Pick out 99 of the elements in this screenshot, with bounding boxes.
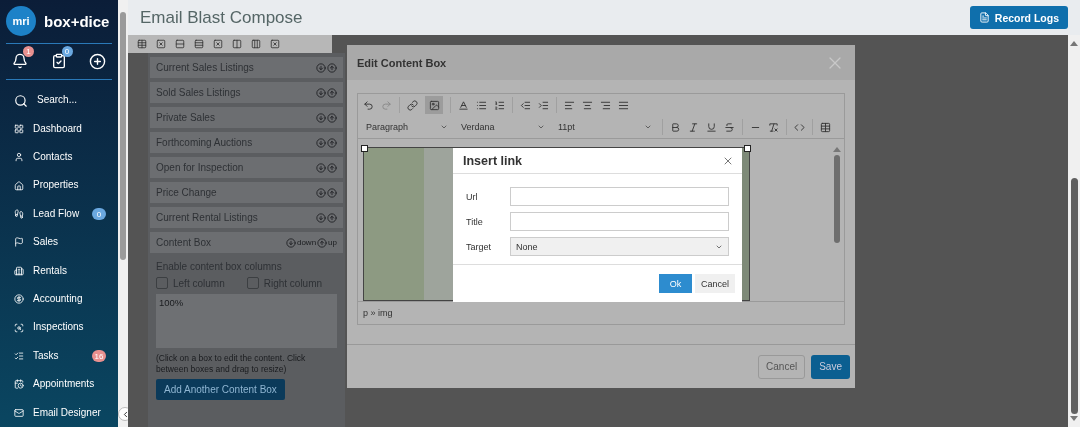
sidebar-item[interactable]: Sales: [6, 228, 112, 257]
section-title: Open for Inspection: [156, 162, 244, 173]
resize-handle[interactable]: [744, 145, 751, 152]
content-box[interactable]: 100%: [156, 294, 337, 348]
search-icon: [14, 93, 28, 108]
sidebar-item[interactable]: Search...: [6, 86, 112, 115]
section-title: Current Rental Listings: [156, 212, 258, 223]
field-label: Title: [466, 216, 484, 227]
sidebar-item[interactable]: Inspections: [6, 313, 112, 342]
bell-icon: [12, 53, 28, 70]
justify-icon: [618, 99, 629, 111]
logo-mark: mri: [6, 6, 36, 37]
caret-icon: [644, 123, 652, 131]
page-title: Email Blast Compose: [140, 7, 303, 28]
bold-icon: [670, 121, 681, 133]
code-icon: [794, 121, 805, 133]
section-title: Forthcoming Auctions: [156, 137, 253, 148]
count-badge: 0: [92, 208, 106, 221]
sidebar-item[interactable]: Tasks 16: [6, 341, 112, 371]
calendar-icon: [14, 379, 24, 390]
column-before-icon[interactable]: [232, 39, 242, 49]
count-badge: 16: [92, 350, 106, 362]
target-select[interactable]: None: [510, 237, 729, 256]
sidebar-item[interactable]: Rentals: [6, 256, 112, 286]
align-center-icon: [582, 99, 593, 111]
delete-table-icon[interactable]: [156, 39, 166, 49]
text-color-icon: [458, 99, 469, 111]
field-label: Target: [466, 241, 492, 252]
section-row[interactable]: Content Box down up: [150, 232, 343, 253]
person-icon: [14, 152, 24, 163]
outdent-icon: [520, 99, 531, 111]
dialog-title: Insert link: [463, 153, 523, 168]
clear-format-icon: [768, 121, 779, 133]
sidebar-item[interactable]: Dashboard: [6, 114, 112, 144]
sidebar-item[interactable]: Lead Flow 0: [6, 199, 112, 229]
footprints-icon: [14, 209, 24, 220]
ok-button[interactable]: Ok: [659, 274, 692, 293]
house-icon: [14, 180, 24, 191]
mail-icon: [14, 407, 24, 418]
numbered-list-icon: [494, 99, 505, 111]
save-button[interactable]: Save: [811, 354, 850, 379]
input-field[interactable]: [510, 187, 729, 206]
grid-icon: [14, 123, 24, 134]
section-title: Sold Sales Listings: [156, 87, 241, 98]
italic-icon: [688, 121, 699, 133]
cancel-button[interactable]: Cancel: [758, 354, 806, 379]
checkbox[interactable]: [156, 277, 168, 289]
delete-row-icon[interactable]: [213, 39, 223, 49]
row-below-icon[interactable]: [194, 39, 204, 49]
sidebar-item[interactable]: Properties: [6, 171, 112, 200]
flag-icon: [14, 237, 24, 248]
format-dropdown[interactable]: 11pt: [555, 122, 655, 132]
sidebar-item[interactable]: Email Designer: [6, 398, 112, 427]
caret-icon: [537, 123, 545, 131]
down-label: down: [296, 238, 317, 247]
document-icon: [978, 12, 990, 23]
field-label: Url: [466, 191, 479, 202]
section-title: Private Sales: [156, 112, 215, 123]
scrollbar[interactable]: [1068, 35, 1080, 427]
underline-icon: [706, 121, 717, 133]
indent-icon: [538, 99, 549, 111]
section-title: Content Box: [156, 237, 212, 248]
section-title: Current Sales Listings: [156, 62, 254, 73]
notification-count: 1: [23, 46, 34, 58]
format-dropdown[interactable]: Verdana: [458, 122, 548, 132]
brand-name: box+dice: [44, 12, 110, 30]
format-dropdown[interactable]: Paragraph: [363, 122, 451, 132]
input-field[interactable]: [510, 212, 729, 231]
sidebar-item[interactable]: Appointments: [6, 370, 112, 399]
dialog-title: Edit Content Box: [357, 56, 447, 69]
checklist-icon: [14, 351, 24, 361]
section-title: Price Change: [156, 187, 217, 198]
row-above-icon[interactable]: [175, 39, 185, 49]
column-after-icon[interactable]: [251, 39, 261, 49]
task-count: 0: [61, 46, 73, 58]
checkbox[interactable]: [246, 277, 259, 289]
cancel-button[interactable]: Cancel: [695, 274, 735, 293]
strikethrough-icon: [724, 121, 735, 133]
dollar-icon: [14, 294, 24, 305]
record-logs-button[interactable]: Record Logs: [969, 6, 1068, 29]
add-content-box-button[interactable]: Add Another Content Box: [156, 379, 285, 401]
align-right-icon: [600, 99, 611, 111]
undo-icon: [363, 99, 374, 111]
link-icon: [407, 99, 418, 111]
add-icon: [89, 52, 106, 70]
align-left-icon: [564, 99, 575, 111]
table-icon: [820, 121, 831, 133]
building-icon: [14, 265, 24, 276]
caret-icon: [440, 123, 448, 131]
sidebar-item[interactable]: Contacts: [6, 143, 112, 172]
clipboard-check-icon: [50, 53, 67, 70]
delete-column-icon[interactable]: [270, 39, 280, 49]
table-icon[interactable]: [137, 39, 147, 49]
sidebar-item[interactable]: Accounting: [6, 285, 112, 314]
resize-handle[interactable]: [361, 145, 368, 152]
up-label: up: [328, 238, 337, 247]
image-tool[interactable]: [425, 96, 443, 114]
redo-icon: [381, 99, 392, 111]
bullet-list-icon: [476, 99, 487, 111]
